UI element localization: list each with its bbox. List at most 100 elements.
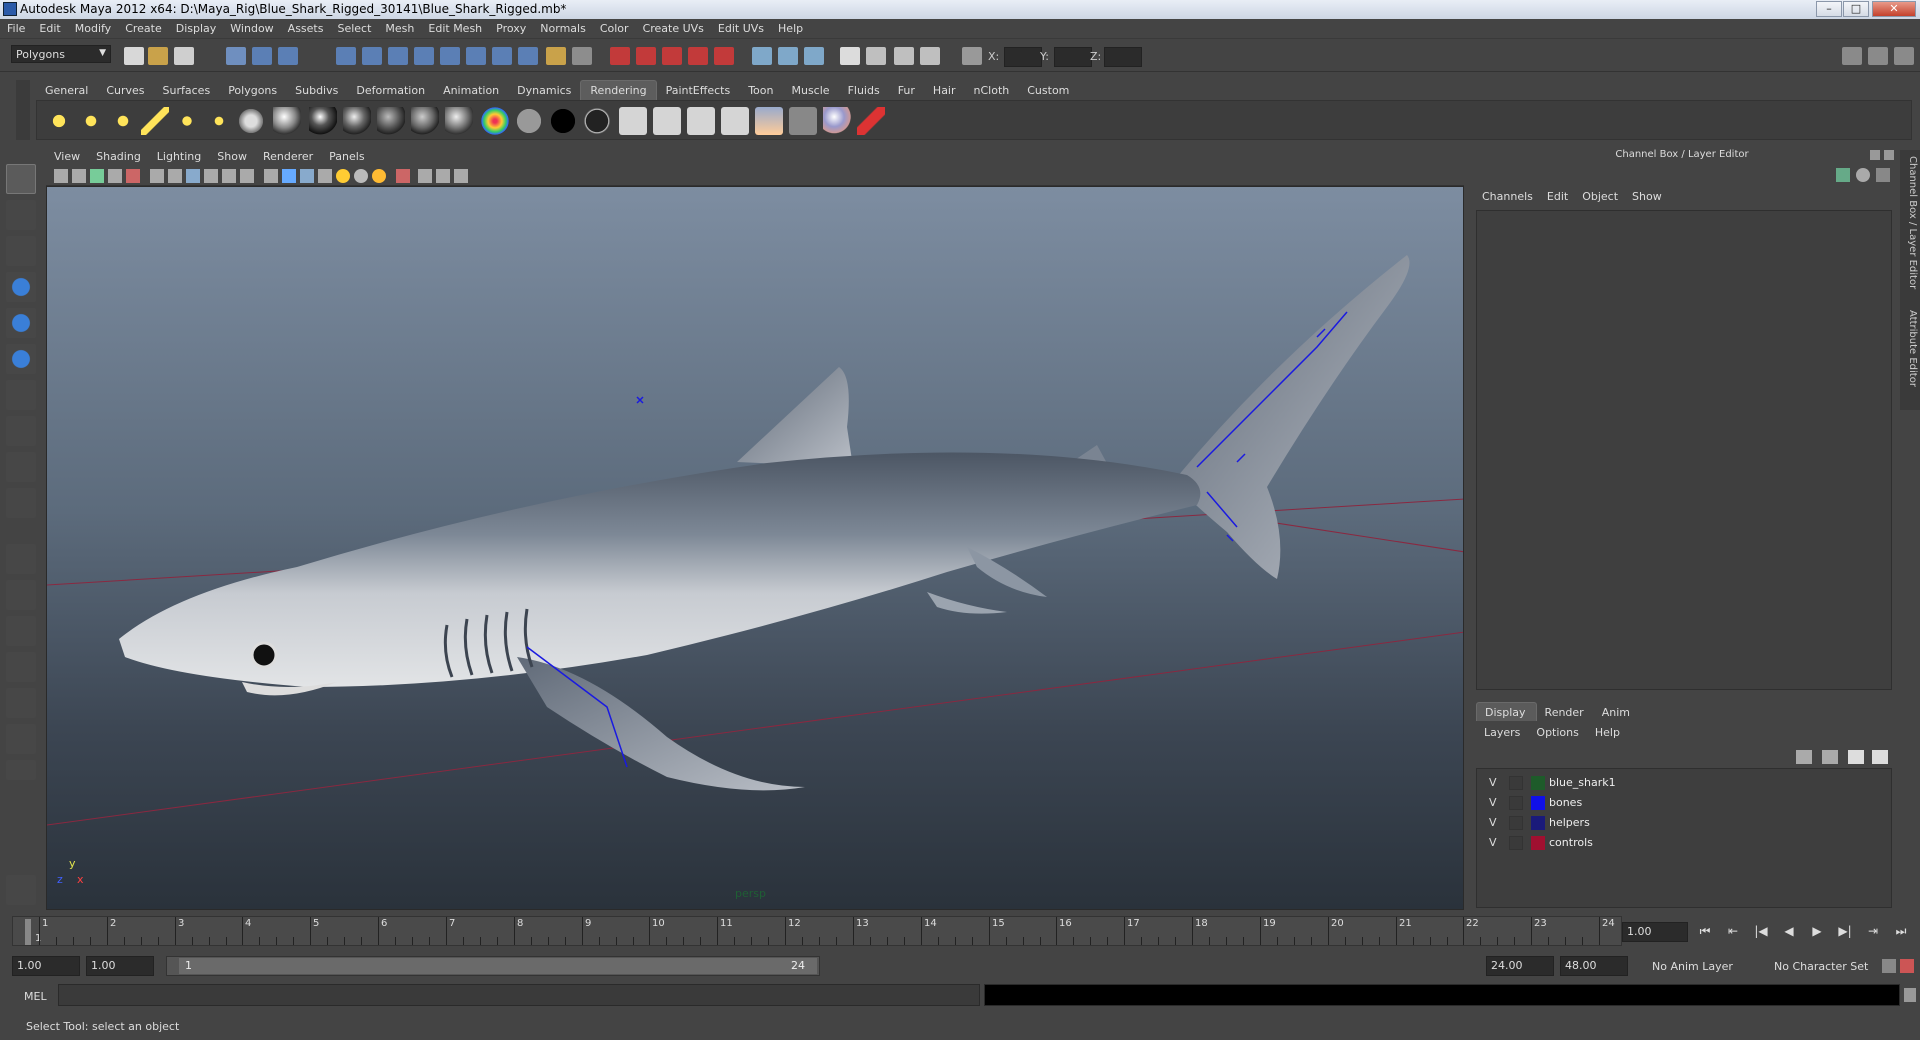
anim-layer-dropdown[interactable]: No Anim Layer [1652,960,1733,973]
vp-menu-renderer[interactable]: Renderer [255,148,321,163]
shelf-menu-handle[interactable] [16,80,30,140]
hypershade-icon[interactable] [866,47,886,65]
y-field[interactable] [1054,47,1092,67]
step-back-frame-icon[interactable]: |◀ [1750,924,1772,942]
menu-assets[interactable]: Assets [281,19,331,39]
x-field[interactable] [1004,47,1042,67]
time-slider[interactable]: 1 12345678910111213141516171819202122232… [12,916,1622,946]
layout-options-icon[interactable] [6,760,36,780]
tab-dynamics[interactable]: Dynamics [508,81,580,101]
hypershade-persp-layout-icon[interactable] [6,688,36,718]
menu-display[interactable]: Display [169,19,224,39]
tab-anim[interactable]: Anim [1594,703,1640,722]
minimize-button[interactable]: – [1816,1,1842,17]
command-language-label[interactable]: MEL [24,990,47,1003]
cb-menu-show[interactable]: Show [1626,188,1670,203]
render-view-shelf-icon[interactable] [687,107,715,135]
layer-display-type-toggle[interactable] [1509,836,1523,850]
animation-preferences-icon[interactable] [1900,959,1914,973]
phong-shader-icon[interactable] [343,107,371,135]
move-layer-down-icon[interactable] [1822,750,1838,764]
layer-visibility-toggle[interactable]: V [1489,836,1503,850]
camera-icon[interactable] [237,107,265,135]
light-linking-icon[interactable] [789,107,817,135]
surface-shader-icon[interactable] [515,107,543,135]
channel-box-body[interactable] [1476,210,1892,690]
le-menu-layers[interactable]: Layers [1476,722,1528,739]
show-manipulator-icon[interactable] [6,452,36,482]
render-settings-shelf-icon[interactable] [721,107,749,135]
menu-edit-uvs[interactable]: Edit UVs [711,19,771,39]
isolate-select-icon[interactable] [396,169,410,183]
shadows-icon[interactable] [354,169,368,183]
film-gate-icon[interactable] [168,169,182,183]
select-camera-icon[interactable] [54,169,68,183]
playback-end-field[interactable]: 24.00 [1486,956,1554,976]
point-light-icon[interactable] [109,107,137,135]
persp-graph-layout-icon[interactable] [6,652,36,682]
volume-light-icon[interactable] [205,107,233,135]
camera-attributes-icon[interactable] [72,169,86,183]
smooth-shade-icon[interactable] [282,169,296,183]
render-layer-icon[interactable] [920,47,940,65]
menu-file[interactable]: File [0,19,32,39]
history-icon[interactable] [466,47,486,65]
vp-menu-panels[interactable]: Panels [321,148,372,163]
ambient-light-icon[interactable] [45,107,73,135]
hypershade-shelf-icon[interactable] [755,107,783,135]
share-icon[interactable] [454,169,468,183]
new-layer-icon[interactable] [1848,750,1864,764]
end-time-field[interactable]: 48.00 [1560,956,1628,976]
make-live-icon[interactable] [440,47,460,65]
play-forwards-icon[interactable]: ▶ [1806,924,1828,942]
layer-color-swatch[interactable] [1531,816,1545,830]
persp-graph-outliner-layout-icon[interactable] [6,724,36,754]
menu-color[interactable]: Color [593,19,636,39]
tab-muscle[interactable]: Muscle [782,81,838,101]
tab-toon[interactable]: Toon [739,81,782,101]
new-scene-icon[interactable] [124,47,144,65]
paint-script-icon[interactable] [6,875,36,905]
menu-edit[interactable]: Edit [32,19,67,39]
input-output-icon[interactable] [492,47,512,65]
maximize-button[interactable]: □ [1843,1,1869,17]
toon-shader-icon[interactable] [583,107,611,135]
current-time-marker[interactable] [25,919,31,945]
step-back-key-icon[interactable]: ⇤ [1722,924,1744,942]
float-panel-icon[interactable] [1870,150,1880,160]
tab-display[interactable]: Display [1476,702,1537,721]
tab-painteffects[interactable]: PaintEffects [657,81,740,101]
layer-visibility-toggle[interactable]: V [1489,796,1503,810]
resolution-gate-icon[interactable] [186,169,200,183]
snap-edge-icon[interactable] [714,47,734,65]
ipr-render-shelf-icon[interactable] [653,107,681,135]
layer-color-swatch[interactable] [1531,796,1545,810]
scale-tool-icon[interactable] [6,344,36,374]
menu-edit-mesh[interactable]: Edit Mesh [421,19,489,39]
layer-row[interactable]: V helpers [1477,813,1891,833]
lock-icon[interactable] [546,47,566,65]
ramp-shader-icon[interactable] [481,107,509,135]
vp-menu-view[interactable]: View [46,148,88,163]
paint-brush-icon[interactable] [857,107,885,135]
snap-view-plane-icon[interactable] [414,47,434,65]
layer-row[interactable]: V bones [1477,793,1891,813]
snap-together-icon[interactable] [636,47,656,65]
tab-polygons[interactable]: Polygons [219,81,286,101]
soft-modification-icon[interactable] [6,416,36,446]
selection-mask-icon[interactable] [572,47,592,65]
image-plane-icon[interactable] [108,169,122,183]
layer-display-type-toggle[interactable] [1509,816,1523,830]
tab-render[interactable]: Render [1537,703,1594,722]
gate-mask-icon[interactable] [204,169,218,183]
tab-surfaces[interactable]: Surfaces [154,81,220,101]
tab-curves[interactable]: Curves [97,81,153,101]
ipr-render-icon[interactable] [804,47,824,65]
tab-ncloth[interactable]: nCloth [965,81,1019,101]
start-time-field[interactable]: 1.00 [12,956,80,976]
xray-joints-icon[interactable] [436,169,450,183]
range-slider[interactable]: 1 24 [166,956,820,976]
menu-create-uvs[interactable]: Create UVs [636,19,711,39]
grid-icon[interactable] [150,169,164,183]
wireframe-icon[interactable] [264,169,278,183]
